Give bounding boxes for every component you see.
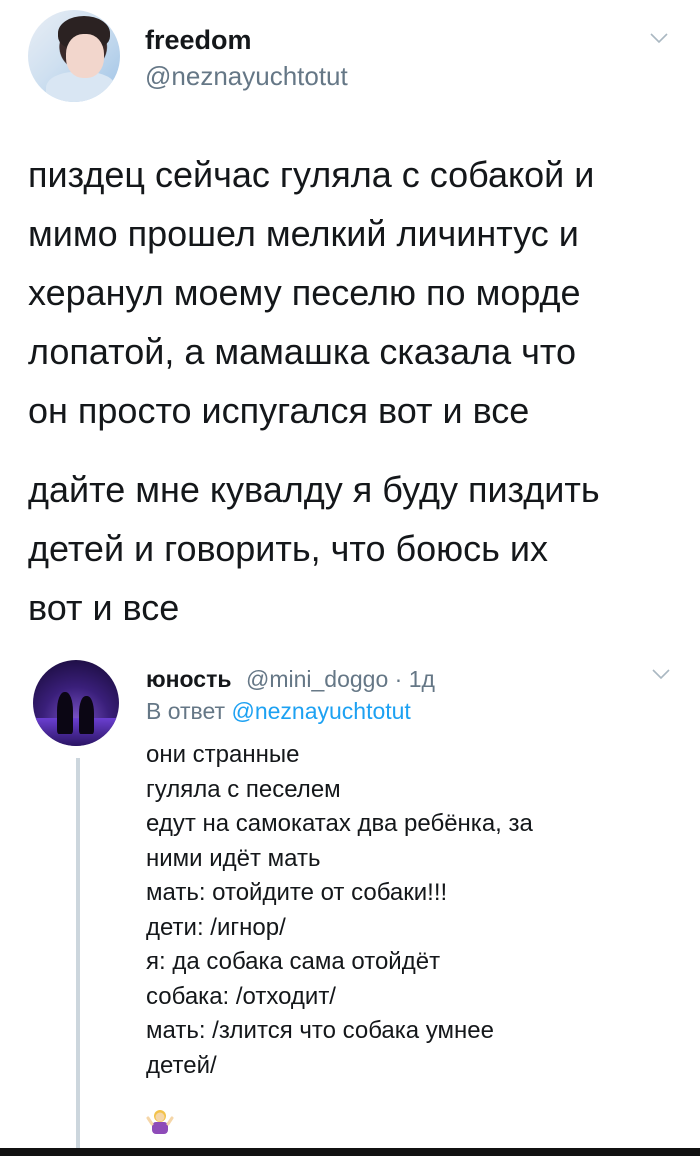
tweet-line: детей и говорить, что боюсь их bbox=[28, 528, 549, 569]
tweet-line: вот и все bbox=[28, 587, 180, 628]
reply-line: детей/ bbox=[146, 1051, 217, 1079]
tweet-paragraph-1: пиздец сейчас гуляла с собакой и мимо пр… bbox=[28, 145, 678, 440]
tweet-header: freedom @neznayuchtotut bbox=[28, 10, 678, 110]
author-handle[interactable]: @neznayuchtotut bbox=[145, 61, 348, 92]
reply-author-avatar[interactable] bbox=[33, 660, 119, 746]
reply-line: мать: отойдите от собаки!!! bbox=[146, 879, 448, 906]
reply-line: едут на самокатах два ребёнка, за bbox=[146, 810, 533, 837]
thread-line bbox=[76, 758, 80, 1156]
reply-author-name[interactable]: юность bbox=[146, 666, 231, 693]
reply-body: они странные гуляла с песелем едут на са… bbox=[146, 738, 533, 1083]
chevron-down-icon[interactable] bbox=[652, 668, 670, 686]
woman-shrugging-icon bbox=[146, 1106, 174, 1134]
reply-line: мать: /злится что собака умнее bbox=[146, 1017, 494, 1044]
reply-to-link[interactable]: @neznayuchtotut bbox=[231, 698, 410, 724]
reply-line: я: да собака сама отойдёт bbox=[146, 948, 441, 975]
reply-line: они странные bbox=[146, 741, 300, 768]
reply-author-handle-time[interactable]: @mini_doggo · 1д bbox=[246, 666, 435, 693]
reply-line: ними идёт мать bbox=[146, 844, 321, 872]
bottom-edge-bar bbox=[0, 1148, 700, 1156]
author-avatar[interactable] bbox=[28, 10, 120, 102]
tweet-line: дайте мне кувалду я буду пиздить bbox=[28, 469, 600, 510]
tweet-line: он просто испугался вот и все bbox=[28, 390, 530, 431]
reply-line: дети: /игнор/ bbox=[146, 913, 286, 941]
reply-prefix: В ответ bbox=[146, 698, 226, 724]
tweet-line: лопатой, а мамашка сказала что bbox=[28, 331, 576, 372]
tweet-line: мимо прошел мелкий личинтус и bbox=[28, 213, 579, 254]
reply-to-line: В ответ @neznayuchtotut bbox=[146, 698, 411, 725]
tweet-line: пиздец сейчас гуляла с собакой и bbox=[28, 154, 595, 195]
reply-line: собака: /отходит/ bbox=[146, 982, 336, 1010]
tweet-paragraph-2: дайте мне кувалду я буду пиздить детей и… bbox=[28, 460, 678, 637]
tweet-line: херанул моему песелю по морде bbox=[28, 272, 581, 313]
chevron-down-icon[interactable] bbox=[650, 32, 668, 50]
reply-line: гуляла с песелем bbox=[146, 775, 341, 803]
reply-tweet: юность @mini_doggo · 1д В ответ @neznayu… bbox=[0, 650, 700, 1156]
author-name[interactable]: freedom bbox=[145, 25, 252, 56]
